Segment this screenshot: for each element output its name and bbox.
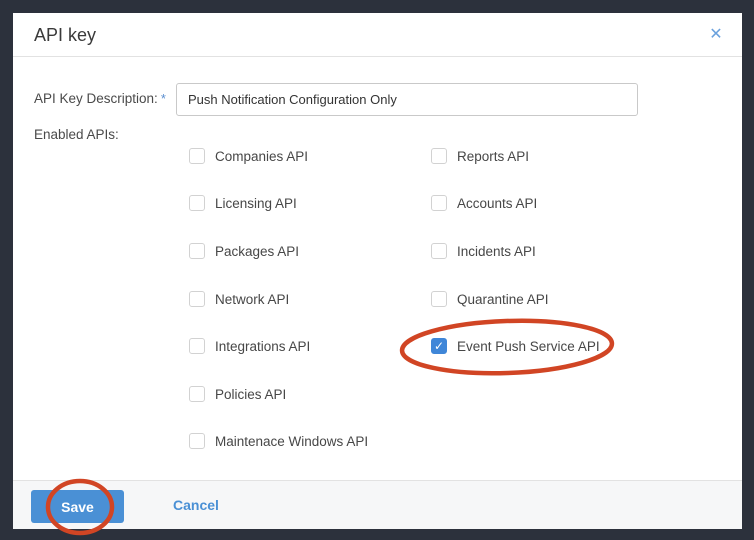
- checkbox-row-maintenace-windows-api: Maintenace Windows API: [189, 433, 368, 449]
- maintenace-windows-api-checkbox[interactable]: [189, 433, 205, 449]
- incidents-api-label[interactable]: Incidents API: [457, 244, 536, 259]
- required-asterisk: *: [161, 91, 166, 106]
- checkbox-row-incidents-api: Incidents API: [431, 243, 536, 259]
- checkbox-row-licensing-api: Licensing API: [189, 195, 297, 211]
- reports-api-label[interactable]: Reports API: [457, 149, 529, 164]
- quarantine-api-label[interactable]: Quarantine API: [457, 292, 549, 307]
- integrations-api-label[interactable]: Integrations API: [215, 339, 310, 354]
- accounts-api-label[interactable]: Accounts API: [457, 196, 537, 211]
- api-key-dialog: API key ✕ API Key Description:* Enabled …: [13, 13, 742, 529]
- checkbox-row-reports-api: Reports API: [431, 148, 529, 164]
- network-api-checkbox[interactable]: [189, 291, 205, 307]
- description-label-text: API Key Description:: [34, 91, 158, 106]
- api-key-description-input[interactable]: [176, 83, 638, 116]
- licensing-api-label[interactable]: Licensing API: [215, 196, 297, 211]
- checkbox-row-companies-api: Companies API: [189, 148, 308, 164]
- checkbox-row-accounts-api: Accounts API: [431, 195, 537, 211]
- dialog-header: API key ✕: [13, 13, 742, 57]
- checkbox-row-integrations-api: Integrations API: [189, 338, 310, 354]
- accounts-api-checkbox[interactable]: [431, 195, 447, 211]
- packages-api-label[interactable]: Packages API: [215, 244, 299, 259]
- network-api-label[interactable]: Network API: [215, 292, 289, 307]
- reports-api-checkbox[interactable]: [431, 148, 447, 164]
- checkbox-row-network-api: Network API: [189, 291, 289, 307]
- checkbox-row-quarantine-api: Quarantine API: [431, 291, 549, 307]
- event-push-service-api-checkbox[interactable]: ✓: [431, 338, 447, 354]
- checkbox-row-policies-api: Policies API: [189, 386, 286, 402]
- packages-api-checkbox[interactable]: [189, 243, 205, 259]
- checkbox-row-event-push-service-api: ✓ Event Push Service API: [431, 338, 600, 354]
- enabled-apis-label: Enabled APIs:: [34, 127, 119, 142]
- dialog-footer: Save Cancel: [13, 480, 742, 529]
- companies-api-checkbox[interactable]: [189, 148, 205, 164]
- cancel-button[interactable]: Cancel: [173, 497, 219, 513]
- checkbox-row-packages-api: Packages API: [189, 243, 299, 259]
- close-icon[interactable]: ✕: [707, 26, 725, 44]
- companies-api-label[interactable]: Companies API: [215, 149, 308, 164]
- save-button[interactable]: Save: [31, 490, 124, 523]
- event-push-service-api-label[interactable]: Event Push Service API: [457, 339, 600, 354]
- description-label: API Key Description:*: [34, 91, 166, 106]
- check-icon: ✓: [432, 339, 446, 354]
- maintenace-windows-api-label[interactable]: Maintenace Windows API: [215, 434, 368, 449]
- policies-api-label[interactable]: Policies API: [215, 387, 286, 402]
- licensing-api-checkbox[interactable]: [189, 195, 205, 211]
- quarantine-api-checkbox[interactable]: [431, 291, 447, 307]
- integrations-api-checkbox[interactable]: [189, 338, 205, 354]
- policies-api-checkbox[interactable]: [189, 386, 205, 402]
- incidents-api-checkbox[interactable]: [431, 243, 447, 259]
- dialog-title: API key: [34, 25, 96, 46]
